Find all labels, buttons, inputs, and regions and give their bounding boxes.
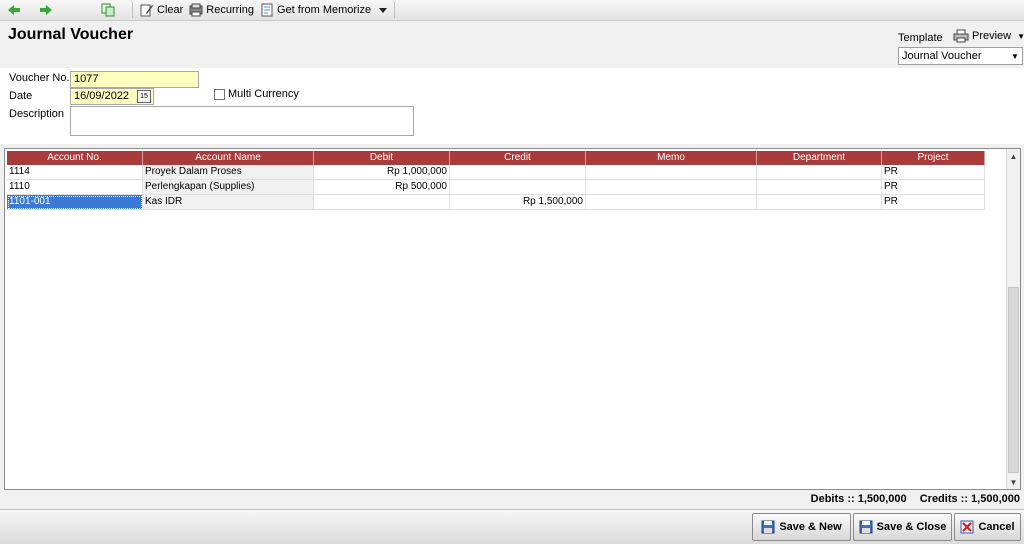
cell-credit[interactable]: Rp 1,500,000 xyxy=(450,195,586,210)
column-header-account-no[interactable]: Account No. xyxy=(7,151,143,165)
column-header-memo[interactable]: Memo xyxy=(586,151,757,165)
cell-debit[interactable] xyxy=(314,195,450,210)
table-row[interactable]: 1110 Perlengkapan (Supplies) Rp 500,000 … xyxy=(7,180,985,195)
column-header-debit[interactable]: Debit xyxy=(314,151,450,165)
back-button[interactable] xyxy=(4,1,24,20)
description-label: Description xyxy=(9,108,65,120)
credits-total: Credits :: 1,500,000 xyxy=(919,493,1020,505)
cell-account-name: Proyek Dalam Proses xyxy=(143,165,314,180)
table-row[interactable]: 1114 Proyek Dalam Proses Rp 1,000,000 PR xyxy=(7,165,985,180)
clear-label: Clear xyxy=(157,4,184,16)
totals: Debits :: 1,500,000 Credits :: 1,500,000 xyxy=(801,493,1020,505)
calendar-icon[interactable]: 15 xyxy=(137,90,151,103)
cell-memo[interactable] xyxy=(586,165,757,180)
description-input[interactable] xyxy=(70,106,414,136)
date-value: 16/09/2022 xyxy=(74,90,130,102)
cell-department[interactable] xyxy=(757,195,882,210)
template-select[interactable]: Journal Voucher ▼ xyxy=(898,47,1023,65)
scroll-thumb[interactable] xyxy=(1008,287,1019,473)
template-label: Template xyxy=(898,32,943,44)
table-row[interactable]: 1101-001 Kas IDR Rp 1,500,000 PR xyxy=(7,195,985,210)
preview-button[interactable]: Preview ▼ xyxy=(953,28,1024,44)
recurring-icon xyxy=(189,3,203,17)
arrow-right-icon xyxy=(40,5,52,15)
clear-button[interactable]: Clear xyxy=(137,1,186,20)
cell-project[interactable]: PR xyxy=(882,195,985,210)
scroll-up-icon[interactable]: ▲ xyxy=(1007,149,1020,163)
forward-button[interactable] xyxy=(36,1,56,20)
cell-account-no[interactable]: 1110 xyxy=(7,180,143,195)
document-icon xyxy=(261,3,273,17)
toolbar-separator xyxy=(132,2,133,18)
cancel-icon xyxy=(960,520,974,534)
cell-project[interactable]: PR xyxy=(882,165,985,180)
multi-currency-label: Multi Currency xyxy=(228,88,299,100)
chevron-down-icon[interactable]: ▼ xyxy=(1017,32,1024,41)
cancel-label: Cancel xyxy=(978,521,1015,533)
copy-icon xyxy=(101,3,115,17)
cell-account-name: Kas IDR xyxy=(143,195,314,210)
recurring-label: Recurring xyxy=(206,4,254,16)
footer: Save & New Save & Close Cancel xyxy=(0,509,1024,544)
edit-icon xyxy=(140,4,153,17)
journal-grid[interactable]: Account No. Account Name Debit Credit Me… xyxy=(4,148,1021,490)
cell-department[interactable] xyxy=(757,180,882,195)
cell-department[interactable] xyxy=(757,165,882,180)
date-label: Date xyxy=(9,90,33,102)
column-header-department[interactable]: Department xyxy=(757,151,882,165)
toolbar: Clear Recurring Get from Memorize xyxy=(0,0,1024,21)
cell-credit[interactable] xyxy=(450,180,586,195)
get-from-memorize-button[interactable]: Get from Memorize xyxy=(257,1,374,20)
page-title: Journal Voucher xyxy=(8,26,134,43)
save-and-new-label: Save & New xyxy=(779,521,842,533)
debits-total: Debits :: 1,500,000 xyxy=(810,493,907,505)
date-input[interactable]: 16/09/2022 15 xyxy=(70,88,154,105)
chevron-down-icon[interactable]: ▼ xyxy=(1008,48,1022,64)
recurring-button[interactable]: Recurring xyxy=(186,1,257,20)
voucher-no-label: Voucher No. xyxy=(9,72,70,84)
cell-debit[interactable]: Rp 1,000,000 xyxy=(314,165,450,180)
cell-debit[interactable]: Rp 500,000 xyxy=(314,180,450,195)
multi-currency-checkbox[interactable] xyxy=(214,89,225,100)
cell-account-no[interactable]: 1114 xyxy=(7,165,143,180)
cell-project[interactable]: PR xyxy=(882,180,985,195)
cell-memo[interactable] xyxy=(586,195,757,210)
header: Journal Voucher Template Preview ▼ Journ… xyxy=(0,21,1024,68)
arrow-left-icon xyxy=(8,5,20,15)
copy-button[interactable] xyxy=(98,1,118,20)
vertical-scrollbar[interactable]: ▲ ▼ xyxy=(1006,149,1020,489)
save-icon xyxy=(761,520,775,534)
chevron-down-icon xyxy=(379,7,388,13)
cell-credit[interactable] xyxy=(450,165,586,180)
voucher-no-input[interactable]: 1077 xyxy=(70,71,199,88)
grid-header: Account No. Account Name Debit Credit Me… xyxy=(7,151,985,165)
save-and-new-button[interactable]: Save & New xyxy=(752,513,851,541)
column-header-account-name[interactable]: Account Name xyxy=(143,151,314,165)
save-icon xyxy=(859,520,873,534)
save-and-close-label: Save & Close xyxy=(876,521,947,533)
toolbar-separator xyxy=(394,2,396,18)
voucher-form: Voucher No. 1077 Date 16/09/2022 15 Mult… xyxy=(0,68,1024,144)
cell-account-no[interactable]: 1101-001 xyxy=(7,195,143,210)
cancel-button[interactable]: Cancel xyxy=(954,513,1021,541)
column-header-project[interactable]: Project xyxy=(882,151,985,165)
cell-memo[interactable] xyxy=(586,180,757,195)
template-value: Journal Voucher xyxy=(902,50,982,62)
memorize-dropdown-button[interactable] xyxy=(376,1,390,20)
get-from-memorize-label: Get from Memorize xyxy=(276,4,372,16)
save-and-close-button[interactable]: Save & Close xyxy=(853,513,952,541)
column-header-credit[interactable]: Credit xyxy=(450,151,586,165)
printer-icon xyxy=(953,29,969,43)
preview-label: Preview xyxy=(972,30,1012,42)
cell-account-name: Perlengkapan (Supplies) xyxy=(143,180,314,195)
scroll-down-icon[interactable]: ▼ xyxy=(1007,475,1020,489)
